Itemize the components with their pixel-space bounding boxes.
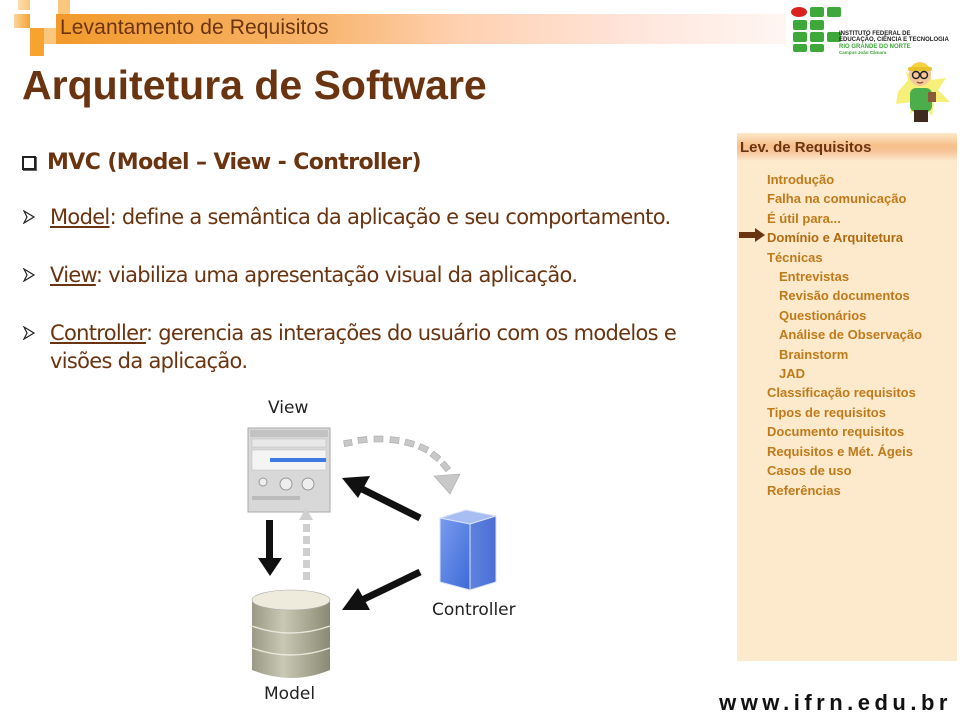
nav-item-questionarios[interactable]: Questionários <box>767 306 922 325</box>
arrow-controller-to-model <box>342 568 422 610</box>
nav-item-analise-observacao[interactable]: Análise de Observação <box>767 325 922 344</box>
term-controller: Controller <box>50 321 147 345</box>
mvc-diagram: View Controller Model <box>230 390 540 710</box>
mvc-heading-text: MVC (Model – View - Controller) <box>47 150 422 175</box>
nav-item-revisao-documentos[interactable]: Revisão documentos <box>767 286 922 305</box>
bullet-view: View: viabiliza uma apresentação visual … <box>22 261 734 289</box>
mvc-heading: MVC (Model – View - Controller) <box>22 150 734 175</box>
sidebar-title: Lev. de Requisitos <box>740 139 872 156</box>
page-title: Arquitetura de Software <box>22 62 487 108</box>
nav-item-introducao[interactable]: Introdução <box>767 170 922 189</box>
bullet-text: : viabiliza uma apresentação visual da a… <box>95 263 578 287</box>
dashed-arrow-model-to-view <box>299 508 313 580</box>
arrow-bullet-icon <box>22 326 36 340</box>
nav-item-entrevistas[interactable]: Entrevistas <box>767 267 922 286</box>
current-section-arrow-icon <box>739 228 765 242</box>
logo-line-2: EDUCAÇÃO, CIÊNCIA E TECNOLOGIA <box>839 37 949 44</box>
deco-square <box>30 44 44 56</box>
arrow-bullet-icon <box>22 268 36 282</box>
nav-item-tecnicas[interactable]: Técnicas <box>767 248 922 267</box>
arrow-bullet-icon <box>22 210 36 224</box>
header-title: Levantamento de Requisitos <box>60 16 329 39</box>
nav-item-casos-de-uso[interactable]: Casos de uso <box>767 461 922 480</box>
nav-item-referencias[interactable]: Referências <box>767 481 922 500</box>
arrow-controller-to-view <box>342 476 422 522</box>
nav-item-brainstorm[interactable]: Brainstorm <box>767 345 922 364</box>
nav-item-documento-requisitos[interactable]: Documento requisitos <box>767 422 922 441</box>
nav-item-dominio-arquitetura[interactable]: Domínio e Arquitetura <box>767 228 922 247</box>
bullet-text: : define a semântica da aplicação e seu … <box>109 205 672 229</box>
engineer-mascot-icon <box>896 62 950 122</box>
footer-url: www.ifrn.edu.br <box>719 690 952 715</box>
diagram-graphics <box>247 427 497 678</box>
view-window-icon <box>247 427 331 513</box>
term-view: View <box>50 263 97 287</box>
deco-square <box>58 0 70 14</box>
model-database-icon <box>251 589 331 678</box>
nav-item-requisitos-metodos-ageis[interactable]: Requisitos e Mét. Ágeis <box>767 442 922 461</box>
nav-item-classificacao-requisitos[interactable]: Classificação requisitos <box>767 383 922 402</box>
main-content: MVC (Model – View - Controller) Model: d… <box>22 150 734 375</box>
deco-square <box>30 28 44 44</box>
nav-item-falha-comunicacao[interactable]: Falha na comunicação <box>767 189 922 208</box>
nav-item-jad[interactable]: JAD <box>767 364 922 383</box>
arrow-view-to-model <box>258 520 282 576</box>
controller-cube-icon <box>439 509 497 591</box>
ifrn-logo: INSTITUTO FEDERAL DE EDUCAÇÃO, CIÊNCIA E… <box>790 4 960 55</box>
nav-item-util-para[interactable]: É útil para... <box>767 209 922 228</box>
square-bullet-icon <box>22 155 36 170</box>
bullet-model: Model: define a semântica da aplicação e… <box>22 203 734 231</box>
bullet-controller: Controller: gerencia as interações do us… <box>22 319 734 375</box>
term-model: Model <box>50 205 110 229</box>
sidebar: Lev. de Requisitos Introdução Falha na c… <box>737 133 957 661</box>
deco-square <box>44 28 56 44</box>
sidebar-nav: Introdução Falha na comunicação É útil p… <box>767 170 922 500</box>
deco-fade <box>0 0 30 60</box>
nav-item-tipos-requisitos[interactable]: Tipos de requisitos <box>767 403 922 422</box>
